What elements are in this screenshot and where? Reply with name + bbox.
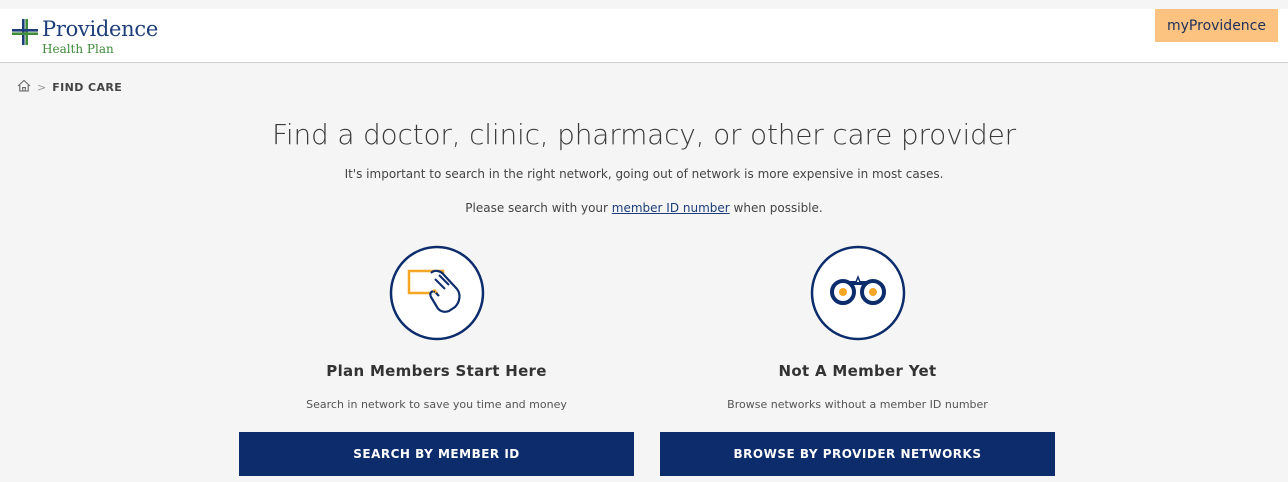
breadcrumb: > FIND CARE (17, 78, 122, 96)
member-id-hint: Please search with your member ID number… (0, 201, 1288, 215)
search-by-member-id-button[interactable]: SEARCH BY MEMBER ID (239, 432, 634, 476)
top-strip (0, 0, 1288, 9)
member-card-hand-icon (389, 245, 485, 341)
breadcrumb-separator: > (37, 80, 47, 94)
browse-by-provider-networks-button[interactable]: BROWSE BY PROVIDER NETWORKS (660, 432, 1055, 476)
not-a-member-card: Not A Member Yet Browse networks without… (660, 245, 1055, 476)
logo-name: Providence (42, 17, 158, 41)
cross-logo-icon (12, 19, 38, 45)
hint-suffix: when possible. (729, 201, 823, 215)
breadcrumb-current: FIND CARE (52, 80, 123, 94)
home-icon[interactable] (17, 79, 31, 95)
hint-prefix: Please search with your (465, 201, 612, 215)
card-description: Search in network to save you time and m… (306, 398, 567, 411)
member-id-link[interactable]: member ID number (612, 201, 730, 215)
card-title: Plan Members Start Here (326, 362, 547, 380)
logo-subtitle: Health Plan (42, 42, 114, 56)
my-providence-button[interactable]: myProvidence (1155, 9, 1278, 42)
site-header: Providence Health Plan myProvidence (0, 9, 1288, 63)
binoculars-icon (810, 245, 906, 341)
page-subtitle: It's important to search in the right ne… (344, 167, 944, 181)
card-title: Not A Member Yet (778, 362, 937, 380)
card-description: Browse networks without a member ID numb… (727, 398, 988, 411)
plan-members-card: Plan Members Start Here Search in networ… (239, 245, 634, 476)
page-title: Find a doctor, clinic, pharmacy, or othe… (272, 118, 1016, 151)
